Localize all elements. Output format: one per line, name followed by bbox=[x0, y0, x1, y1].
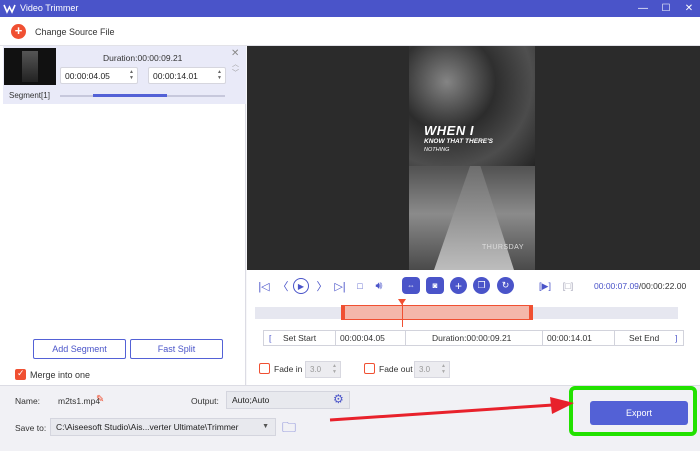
bracket-right-icon: ] bbox=[675, 333, 678, 343]
video-overlay-text-2: KNOW THAT THERE'S bbox=[424, 138, 493, 145]
set-range-bar: [ Set Start 00:00:04.05 Duration:00:00:0… bbox=[263, 330, 684, 346]
add-segment-button[interactable]: Add Segment bbox=[33, 339, 126, 359]
time-readout: 00:00:07.09/00:00:22.00 bbox=[594, 281, 686, 291]
export-button[interactable]: Export bbox=[590, 401, 688, 425]
save-path-dropdown[interactable]: C:\Aiseesoft Studio\Ais...verter Ultimat… bbox=[50, 418, 276, 436]
add-icon[interactable]: + bbox=[450, 277, 467, 294]
window-title: Video Trimmer bbox=[20, 3, 79, 13]
export-highlight-box: Export bbox=[569, 386, 697, 436]
end-handle[interactable] bbox=[529, 305, 533, 320]
file-name: m2ts1.mp4 bbox=[58, 396, 101, 406]
volume-icon[interactable]: 🔊︎ bbox=[371, 278, 387, 294]
close-button[interactable]: ✕ bbox=[678, 0, 700, 17]
playhead[interactable] bbox=[398, 299, 406, 327]
skip-to-start-icon[interactable]: |◁ bbox=[256, 278, 272, 294]
timeline-track[interactable] bbox=[255, 299, 678, 327]
segment-label: Segment[1] bbox=[9, 91, 50, 100]
clip-icon[interactable]: ⇔ bbox=[402, 277, 420, 294]
fade-out-input[interactable]: 3.0 ▲ ▼ bbox=[414, 361, 450, 378]
output-label: Output: bbox=[191, 396, 219, 406]
start-handle[interactable] bbox=[341, 305, 345, 320]
video-frame: WHEN I KNOW THAT THERE'S NOTHING THURSDA… bbox=[409, 46, 535, 270]
chevron-down-icon[interactable]: ▼ bbox=[262, 423, 269, 430]
edit-name-icon[interactable]: ✎ bbox=[96, 394, 104, 405]
fade-in-value: 3.0 bbox=[310, 365, 322, 374]
snapshot-icon[interactable]: ◙ bbox=[426, 277, 444, 294]
segment-end-value: 00:00:14.01 bbox=[153, 71, 198, 81]
segment-start-value: 00:00:04.05 bbox=[65, 71, 110, 81]
spinner-icon[interactable]: ▲ ▼ bbox=[217, 69, 222, 81]
set-start-button[interactable]: Set Start bbox=[283, 331, 316, 345]
fade-in-checkbox[interactable] bbox=[259, 363, 270, 374]
title-bar: Video Trimmer — ☐ ✕ bbox=[0, 0, 700, 17]
app-logo-icon bbox=[3, 4, 16, 14]
previous-frame-icon[interactable]: 〈 bbox=[275, 278, 291, 294]
maximize-button[interactable]: ☐ bbox=[655, 0, 677, 17]
video-preview: WHEN I KNOW THAT THERE'S NOTHING THURSDA… bbox=[247, 46, 700, 270]
bottom-bar: Name: m2ts1.mp4 ✎ Output: Auto;Auto ⚙ Sa… bbox=[0, 385, 700, 451]
fast-split-button[interactable]: Fast Split bbox=[130, 339, 223, 359]
total-time: /00:00:22.00 bbox=[638, 281, 687, 291]
merge-checkbox[interactable] bbox=[15, 368, 26, 380]
minimize-button[interactable]: — bbox=[632, 0, 654, 17]
end-time-input[interactable]: 00:00:14.01 bbox=[547, 331, 592, 345]
next-frame-icon[interactable]: 〉 bbox=[314, 278, 330, 294]
name-label: Name: bbox=[15, 396, 41, 406]
merge-label: Merge into one bbox=[30, 370, 91, 380]
video-watermark: THURSDAY bbox=[482, 244, 524, 251]
spinner-icon[interactable]: ▲ ▼ bbox=[332, 363, 337, 375]
save-to-label: Save to: bbox=[15, 423, 47, 433]
change-source-file-button[interactable]: Change Source File bbox=[35, 27, 115, 37]
segment-end-input[interactable]: 00:00:14.01 ▲ ▼ bbox=[148, 67, 226, 84]
remove-segment-icon[interactable]: ✕ bbox=[231, 48, 239, 59]
spinner-icon[interactable]: ▲ ▼ bbox=[441, 363, 446, 375]
segment-start-input[interactable]: 00:00:04.05 ▲ ▼ bbox=[60, 67, 138, 84]
fade-out-value: 3.0 bbox=[419, 365, 431, 374]
set-end-button[interactable]: Set End bbox=[629, 331, 659, 345]
segment-panel: Segment[1] Duration:00:00:09.21 00:00:04… bbox=[0, 46, 246, 385]
copy-icon[interactable]: ❐ bbox=[473, 277, 490, 294]
segment-thumbnail bbox=[4, 48, 56, 85]
fade-in-input[interactable]: 3.0 ▲ ▼ bbox=[305, 361, 341, 378]
video-trimmer-window: Video Trimmer — ☐ ✕ + Change Source File… bbox=[0, 0, 700, 451]
segment-item[interactable]: Segment[1] Duration:00:00:09.21 00:00:04… bbox=[3, 46, 246, 104]
stop-icon[interactable]: □ bbox=[352, 278, 368, 294]
folder-icon[interactable]: 🗀 bbox=[282, 417, 296, 441]
add-source-icon[interactable]: + bbox=[11, 24, 26, 39]
play-icon[interactable]: ▶ bbox=[293, 278, 309, 294]
bracket-left-icon: [ bbox=[269, 333, 272, 343]
start-time-input[interactable]: 00:00:04.05 bbox=[340, 331, 385, 345]
output-field[interactable]: Auto;Auto bbox=[226, 391, 350, 409]
frame-view-icon[interactable]: [□] bbox=[560, 278, 576, 294]
settings-gear-icon[interactable]: ⚙ bbox=[333, 392, 344, 406]
current-time: 00:00:07.09 bbox=[594, 281, 639, 291]
video-overlay-text-3: NOTHING bbox=[424, 147, 450, 153]
fade-in-label: Fade in bbox=[274, 364, 303, 374]
fade-out-checkbox[interactable] bbox=[364, 363, 375, 374]
segment-range-slider[interactable] bbox=[60, 94, 225, 97]
top-toolbar: + Change Source File bbox=[0, 17, 700, 46]
trim-controls: |◁ 〈 ▶ 〉 ▷| □ 🔊︎ ⇔ ◙ + ❐ ↻ [▶] [□] 00:00… bbox=[247, 270, 700, 385]
segment-duration: Duration:00:00:09.21 bbox=[103, 53, 183, 63]
skip-to-end-icon[interactable]: ▷| bbox=[332, 278, 348, 294]
reset-icon[interactable]: ↻ bbox=[497, 277, 514, 294]
duration-display: Duration:00:00:09.21 bbox=[432, 333, 512, 343]
output-value: Auto;Auto bbox=[232, 395, 270, 405]
fade-out-label: Fade out bbox=[379, 364, 413, 374]
video-overlay-text-1: WHEN I bbox=[424, 123, 474, 138]
reorder-segment-icon[interactable]: ︿ ﹀ bbox=[232, 60, 239, 78]
spinner-icon[interactable]: ▲ ▼ bbox=[129, 69, 134, 81]
save-path-value: C:\Aiseesoft Studio\Ais...verter Ultimat… bbox=[56, 422, 239, 432]
selected-range[interactable] bbox=[342, 305, 532, 320]
split-view-icon[interactable]: [▶] bbox=[537, 278, 553, 294]
